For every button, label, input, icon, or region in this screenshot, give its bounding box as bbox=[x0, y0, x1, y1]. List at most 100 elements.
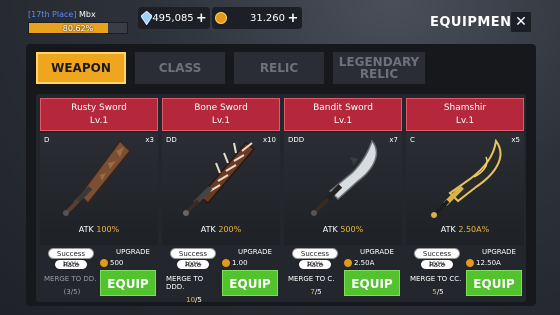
success-rate-value: 100% bbox=[299, 260, 331, 269]
merge-current: (3/5) bbox=[63, 288, 81, 296]
upgrade-cost-value: 12.50A bbox=[476, 259, 501, 267]
equip-button[interactable]: EQUIP bbox=[344, 270, 400, 296]
weapon-card-header: Rusty Sword Lv.1 bbox=[40, 98, 158, 131]
upgrade-button[interactable]: UPGRADE 2.50A bbox=[344, 248, 400, 267]
tab-weapon[interactable]: WEAPON bbox=[36, 52, 126, 84]
tab-relic[interactable]: RELIC bbox=[234, 52, 324, 84]
merge-label: MERGE TO DD. bbox=[44, 275, 97, 283]
equip-button[interactable]: EQUIP bbox=[466, 270, 522, 296]
weapon-name: Rusty Sword bbox=[71, 103, 127, 113]
tab-class[interactable]: CLASS bbox=[135, 52, 225, 84]
weapon-list: Rusty Sword Lv.1 D x3 ATK 100% Success 1… bbox=[36, 94, 526, 304]
success-rate-label: Success Rate bbox=[170, 248, 216, 269]
merge-total: /5 bbox=[314, 288, 322, 296]
upgrade-button[interactable]: UPGRADE 500 bbox=[100, 248, 156, 267]
merge-current: 10 bbox=[186, 296, 196, 304]
merge-button[interactable]: MERGE TO DDD. 10/5 bbox=[166, 275, 222, 304]
upgrade-button[interactable]: UPGRADE 1.00 bbox=[222, 248, 278, 267]
top-bar: [17th Place] Mbx 80.62% 495,085 + 31.260… bbox=[0, 0, 560, 44]
weapon-card-body[interactable]: D x3 ATK 100% bbox=[40, 133, 158, 245]
upgrade-label: UPGRADE bbox=[116, 248, 150, 256]
weapon-attack: ATK 100% bbox=[40, 225, 158, 234]
success-rate-label: Success Rate bbox=[292, 248, 338, 269]
weapon-level: Lv.1 bbox=[211, 116, 231, 126]
coin-value: 31.260 bbox=[250, 12, 285, 24]
weapon-level: Lv.1 bbox=[455, 116, 475, 126]
merge-progress: 5/5 bbox=[410, 288, 466, 296]
coin-icon bbox=[100, 259, 108, 267]
shamshir-icon bbox=[431, 139, 502, 218]
success-rate-value: 100% bbox=[55, 260, 87, 269]
exp-percent: 80.62% bbox=[62, 24, 94, 33]
atk-label: ATK bbox=[200, 225, 216, 234]
merge-label: MERGE TO DDD. bbox=[166, 275, 204, 291]
upgrade-cost: 1.00 bbox=[222, 259, 278, 267]
merge-progress: (3/5) bbox=[44, 288, 100, 296]
merge-total: /5 bbox=[436, 288, 444, 296]
equip-button[interactable]: EQUIP bbox=[222, 270, 278, 296]
weapon-card-header: Bone Sword Lv.1 bbox=[162, 98, 280, 131]
coin-icon bbox=[222, 259, 230, 267]
merge-progress: 7/5 bbox=[288, 288, 344, 296]
success-rate-value: 100% bbox=[177, 260, 209, 269]
weapon-count: x5 bbox=[511, 136, 520, 144]
weapon-name: Bone Sword bbox=[194, 103, 248, 113]
atk-value: 2.50A% bbox=[458, 225, 490, 234]
exp-bar: 80.62% bbox=[28, 22, 128, 34]
equip-button[interactable]: EQUIP bbox=[100, 270, 156, 296]
diamond-icon bbox=[141, 11, 153, 25]
weapon-level: Lv.1 bbox=[89, 116, 109, 126]
success-rate-value: 100% bbox=[421, 260, 453, 269]
close-button[interactable]: ✕ bbox=[511, 12, 531, 32]
weapon-card-body[interactable]: C x5 ATK 2.50A% bbox=[406, 133, 524, 245]
bone-sword-icon bbox=[183, 141, 256, 216]
weapon-card: Shamshir Lv.1 C x5 ATK 2.50A% Success 10… bbox=[406, 98, 524, 298]
merge-label: MERGE TO CC. bbox=[410, 275, 462, 283]
merge-button[interactable]: MERGE TO CC. 5/5 bbox=[410, 275, 466, 296]
success-rate-label: Success Rate bbox=[414, 248, 460, 269]
add-gems-button[interactable]: + bbox=[196, 11, 207, 26]
weapon-card-body[interactable]: DD x10 ATK 200% bbox=[162, 133, 280, 245]
tab-legendary-relic[interactable]: LEGENDARY RELIC bbox=[333, 52, 425, 84]
upgrade-cost: 500 bbox=[100, 259, 156, 267]
atk-value: 100% bbox=[96, 225, 120, 234]
weapon-card: Bandit Sword Lv.1 DDD x7 ATK 500% Succes… bbox=[284, 98, 402, 298]
upgrade-label: UPGRADE bbox=[238, 248, 272, 256]
merge-button[interactable]: MERGE TO DD. (3/5) bbox=[44, 275, 100, 296]
weapon-attack: ATK 2.50A% bbox=[406, 225, 524, 234]
atk-value: 200% bbox=[218, 225, 242, 234]
atk-label: ATK bbox=[440, 225, 456, 234]
weapon-card-header: Bandit Sword Lv.1 bbox=[284, 98, 402, 131]
add-coins-button[interactable]: + bbox=[287, 11, 299, 26]
success-rate-badge: Success Rate 100% bbox=[48, 248, 94, 270]
merge-label: MERGE TO C. bbox=[288, 275, 335, 283]
atk-label: ATK bbox=[78, 225, 94, 234]
player-name: Mbx bbox=[79, 10, 96, 19]
weapon-grade: C bbox=[410, 136, 415, 144]
atk-value: 500% bbox=[340, 225, 364, 234]
weapon-card-body[interactable]: DDD x7 ATK 500% bbox=[284, 133, 402, 245]
weapon-card: Rusty Sword Lv.1 D x3 ATK 100% Success 1… bbox=[40, 98, 158, 298]
rusty-sword-icon bbox=[63, 139, 132, 216]
upgrade-button[interactable]: UPGRADE 12.50A bbox=[466, 248, 522, 267]
gem-counter: 495,085 + bbox=[138, 7, 210, 29]
upgrade-cost-value: 2.50A bbox=[354, 259, 375, 267]
merge-button[interactable]: MERGE TO C. 7/5 bbox=[288, 275, 344, 296]
weapon-attack: ATK 200% bbox=[162, 225, 280, 234]
coin-icon bbox=[215, 12, 227, 24]
upgrade-label: UPGRADE bbox=[482, 248, 516, 256]
weapon-level: Lv.1 bbox=[333, 116, 353, 126]
atk-label: ATK bbox=[322, 225, 338, 234]
upgrade-cost-value: 500 bbox=[110, 259, 124, 267]
rank-label: [17th Place] bbox=[28, 10, 77, 19]
weapon-name: Bandit Sword bbox=[313, 103, 373, 113]
upgrade-label: UPGRADE bbox=[360, 248, 394, 256]
upgrade-cost-value: 1.00 bbox=[232, 259, 248, 267]
success-rate-badge: Success Rate 100% bbox=[170, 248, 216, 270]
equipment-panel: WEAPON CLASS RELIC LEGENDARY RELIC Rusty… bbox=[26, 44, 536, 306]
weapon-card: Bone Sword Lv.1 DD x10 ATK 200% Success … bbox=[162, 98, 280, 304]
upgrade-cost: 2.50A bbox=[344, 259, 400, 267]
weapon-attack: ATK 500% bbox=[284, 225, 402, 234]
success-rate-badge: Success Rate 100% bbox=[414, 248, 460, 270]
merge-progress: 10/5 bbox=[166, 296, 222, 304]
